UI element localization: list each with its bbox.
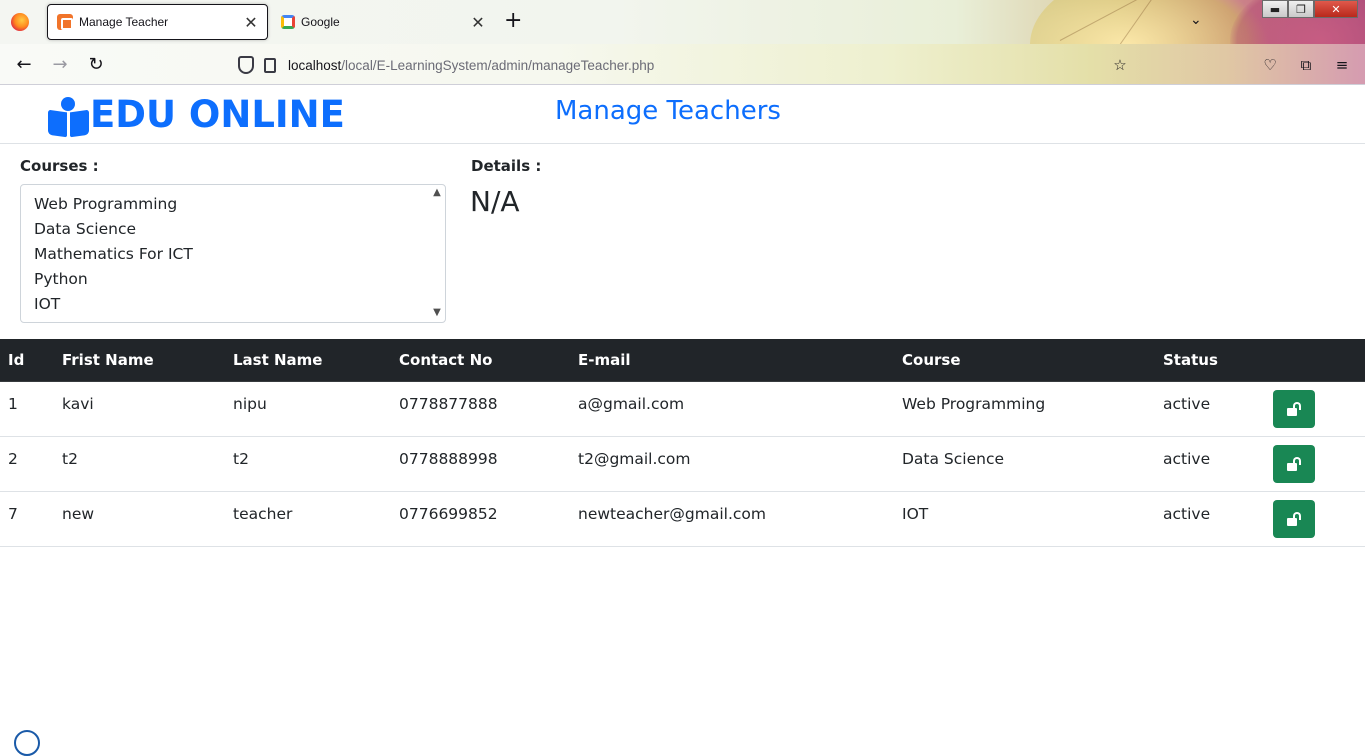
column-header-last-name: Last Name: [225, 339, 391, 382]
partial-circle-icon: [14, 730, 40, 756]
cell-contact: 0778888998: [391, 436, 570, 492]
column-header-first-name: Frist Name: [54, 339, 225, 382]
cell-status: active: [1155, 491, 1265, 547]
tab-manage-teacher[interactable]: Manage Teacher ✕: [47, 4, 268, 40]
close-tab-icon[interactable]: ✕: [466, 13, 490, 32]
column-header-contact: Contact No: [391, 339, 570, 382]
page-title: Manage Teachers: [555, 96, 781, 126]
listbox-scrollbar[interactable]: ▲ ▼: [429, 185, 445, 322]
cell-action: [1265, 491, 1365, 547]
browser-tab-strip: Manage Teacher ✕ Google ✕ + ⌄ ▬ ❐ ✕: [0, 0, 1365, 44]
course-option[interactable]: Web Programming: [34, 193, 177, 215]
column-header-id: Id: [0, 339, 54, 382]
site-header: EDU ONLINE Manage Teachers: [0, 85, 1365, 144]
unlock-icon: [1287, 401, 1301, 416]
table-row: 7 new teacher 0776699852 newteacher@gmai…: [0, 491, 1365, 547]
brand-logo[interactable]: EDU ONLINE: [48, 93, 345, 138]
table-header-row: Id Frist Name Last Name Contact No E-mai…: [0, 339, 1365, 382]
cell-email: newteacher@gmail.com: [570, 491, 894, 547]
details-label: Details :: [471, 157, 542, 175]
column-header-action: [1265, 339, 1365, 382]
cell-status: active: [1155, 436, 1265, 492]
cell-course: Web Programming: [894, 381, 1155, 437]
xampp-icon: [57, 14, 73, 30]
reader-book-icon: [48, 94, 90, 138]
column-header-course: Course: [894, 339, 1155, 382]
reload-icon[interactable]: ↻: [84, 53, 108, 77]
cell-last-name: t2: [225, 436, 391, 492]
page-info-icon[interactable]: [264, 57, 276, 73]
page-content: EDU ONLINE Manage Teachers Courses : Web…: [0, 85, 1365, 756]
cell-last-name: teacher: [225, 491, 391, 547]
address-bar[interactable]: localhost/local/E-LearningSystem/admin/m…: [232, 50, 752, 80]
column-header-status: Status: [1155, 339, 1265, 382]
google-icon: [281, 15, 295, 29]
tracking-shield-icon[interactable]: [238, 56, 254, 74]
cell-id: 2: [0, 436, 54, 492]
menu-hamburger-icon[interactable]: ≡: [1332, 55, 1352, 75]
restore-window-button[interactable]: ❐: [1288, 0, 1314, 18]
cell-contact: 0776699852: [391, 491, 570, 547]
table-row: 1 kavi nipu 0778877888 a@gmail.com Web P…: [0, 381, 1365, 437]
back-arrow-icon[interactable]: ←: [12, 53, 36, 77]
bookmark-star-icon[interactable]: ☆: [1110, 55, 1130, 75]
tab-google[interactable]: Google ✕: [272, 4, 494, 40]
cell-action: [1265, 381, 1365, 437]
unlock-icon: [1287, 511, 1301, 526]
url-host: localhost: [288, 57, 342, 73]
table-row: 2 t2 t2 0778888998 t2@gmail.com Data Sci…: [0, 436, 1365, 492]
close-window-button[interactable]: ✕: [1314, 0, 1358, 18]
course-option[interactable]: Mathematics For ICT: [34, 243, 193, 265]
firefox-icon[interactable]: [11, 13, 29, 31]
cell-contact: 0778877888: [391, 381, 570, 437]
tab-title: Google: [301, 15, 340, 29]
unlock-icon: [1287, 456, 1301, 471]
url-path: /local/E-LearningSystem/admin/manageTeac…: [341, 57, 655, 73]
cell-email: a@gmail.com: [570, 381, 894, 437]
brand-name: EDU ONLINE: [90, 93, 345, 136]
cell-email: t2@gmail.com: [570, 436, 894, 492]
teachers-table: Id Frist Name Last Name Contact No E-mai…: [0, 339, 1365, 547]
course-option[interactable]: Data Science: [34, 218, 136, 240]
close-tab-icon[interactable]: ✕: [239, 13, 263, 32]
new-tab-button[interactable]: +: [504, 9, 522, 33]
cell-status: active: [1155, 381, 1265, 437]
course-option[interactable]: IOT: [34, 293, 60, 315]
list-all-tabs-icon[interactable]: ⌄: [1190, 12, 1202, 28]
scroll-up-arrow-icon[interactable]: ▲: [431, 186, 443, 200]
toggle-status-button[interactable]: [1273, 444, 1315, 483]
browser-nav-bar: ← → ↻ localhost/local/E-LearningSystem/a…: [0, 44, 1365, 85]
scroll-down-arrow-icon[interactable]: ▼: [431, 306, 443, 320]
cell-first-name: t2: [54, 436, 225, 492]
cell-course: IOT: [894, 491, 1155, 547]
courses-label: Courses :: [20, 157, 99, 175]
cell-first-name: new: [54, 491, 225, 547]
extensions-icon[interactable]: ⧉: [1296, 55, 1316, 75]
cell-id: 1: [0, 381, 54, 437]
course-option[interactable]: Python: [34, 268, 88, 290]
toggle-status-button[interactable]: [1273, 499, 1315, 538]
courses-listbox[interactable]: Web Programming Data Science Mathematics…: [20, 184, 446, 323]
toggle-status-button[interactable]: [1273, 389, 1315, 428]
cell-last-name: nipu: [225, 381, 391, 437]
window-controls: ▬ ❐ ✕: [1262, 0, 1358, 18]
tab-title: Manage Teacher: [79, 15, 169, 29]
cell-id: 7: [0, 491, 54, 547]
cell-course: Data Science: [894, 436, 1155, 492]
forward-arrow-icon[interactable]: →: [48, 53, 72, 77]
cell-first-name: kavi: [54, 381, 225, 437]
pocket-icon[interactable]: ♡: [1260, 55, 1280, 75]
minimize-window-button[interactable]: ▬: [1262, 0, 1288, 18]
cell-action: [1265, 436, 1365, 492]
details-value: N/A: [470, 185, 520, 218]
column-header-email: E-mail: [570, 339, 894, 382]
